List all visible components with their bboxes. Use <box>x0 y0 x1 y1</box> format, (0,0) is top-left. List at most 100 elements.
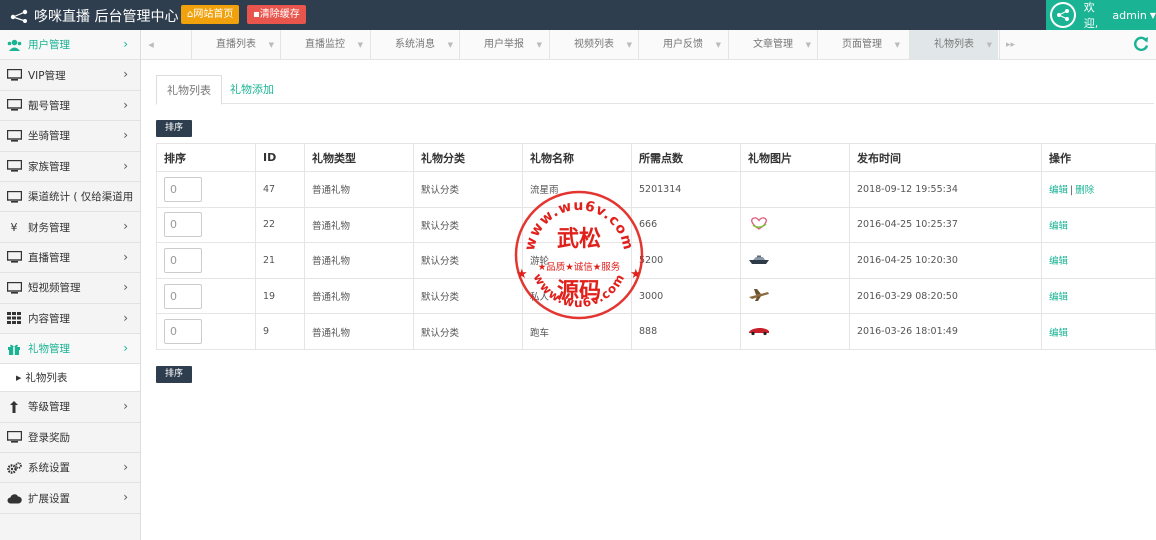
sidebar-item-level[interactable]: 等级管理 › <box>0 392 140 423</box>
sidebar-item-family[interactable]: 家族管理 › <box>0 152 140 182</box>
tab-gift-list[interactable]: 礼物列表 ▼ <box>909 30 998 60</box>
table-row: 22 普通礼物 默认分类 666 2016-04-25 10:25:37 编辑 <box>156 206 1156 244</box>
subtab-gift-add[interactable]: 礼物添加 <box>220 75 284 104</box>
sidebar-item-vip[interactable]: VIP管理 › <box>0 60 140 91</box>
plane-gift-image <box>749 288 769 301</box>
tab-system-message[interactable]: 系统消息 ▼ <box>370 30 459 60</box>
order-input[interactable] <box>164 212 202 238</box>
col-header-time: 发布时间 <box>849 143 1042 172</box>
top-header: 哆咪直播 后台管理中心 ⌂网站首页 ▪清除缓存 欢迎, admin ▼ <box>0 0 1156 30</box>
cell-time: 2018-09-12 19:55:34 <box>849 171 1042 208</box>
sidebar-subitem-gift-list[interactable]: ▶ 礼物列表 <box>0 364 140 393</box>
sidebar-item-pretty-number[interactable]: 靓号管理 › <box>0 91 140 122</box>
cell-action: 编辑 <box>1041 242 1156 279</box>
gift-icon <box>6 343 22 355</box>
close-icon[interactable]: ▼ <box>716 30 721 60</box>
tab-video-list[interactable]: 视频列表 ▼ <box>549 30 638 60</box>
tab-strip: ◂ 直播列表 ▼ 直播监控 ▼ 系统消息 ▼ 用户举报 ▼ 视频列表 ▼ 用户反馈 ▼ 文章… <box>141 30 1156 60</box>
refresh-icon[interactable] <box>1132 35 1150 53</box>
sidebar-item-extend-settings[interactable]: 扩展设置 › <box>0 483 140 514</box>
tab-article-manage[interactable]: 文章管理 ▼ <box>728 30 817 60</box>
cell-points: 666 <box>631 206 741 244</box>
cell-time: 2016-04-25 10:25:37 <box>849 206 1042 244</box>
cell-id: 47 <box>255 171 305 208</box>
users-icon <box>6 39 22 51</box>
sidebar-item-short-video[interactable]: 短视频管理 › <box>0 273 140 304</box>
close-icon[interactable]: ▼ <box>448 30 453 60</box>
edit-link[interactable]: 编辑 <box>1049 185 1068 196</box>
order-input[interactable] <box>164 319 202 345</box>
close-icon[interactable]: ▼ <box>627 30 632 60</box>
sidebar-item-channel-stats[interactable]: 渠道统计 ( 仅给渠道用 <box>0 182 140 213</box>
close-icon[interactable]: ▼ <box>358 30 363 60</box>
sort-button[interactable]: 排序 <box>156 120 193 137</box>
grid-icon <box>6 312 22 325</box>
sidebar-item-label: 靓号管理 <box>28 99 70 112</box>
col-header-order: 排序 <box>156 143 256 172</box>
cell-category: 默认分类 <box>413 206 523 244</box>
tab-page-manage[interactable]: 页面管理 ▼ <box>817 30 906 60</box>
edit-link[interactable]: 编辑 <box>1049 256 1068 267</box>
cell-id: 9 <box>255 313 305 350</box>
tab-scroll-left-icon[interactable]: ◂ <box>141 30 161 60</box>
sportscar-gift-image <box>749 328 769 336</box>
heart-gift-image <box>751 217 767 231</box>
order-input[interactable] <box>164 176 202 202</box>
sidebar-item-label: 等级管理 <box>28 401 70 414</box>
sidebar-item-finance[interactable]: ¥ 财务管理 › <box>0 212 140 243</box>
gift-table: 排序 ID 礼物类型 礼物分类 礼物名称 所需点数 礼物图片 发布时间 操作 4… <box>156 143 1156 350</box>
cell-points: 3000 <box>631 277 741 315</box>
close-icon[interactable]: ▼ <box>537 30 542 60</box>
chevron-right-icon: › <box>123 37 128 51</box>
sidebar-item-login-reward[interactable]: 登录奖励 <box>0 423 140 454</box>
tab-user-feedback[interactable]: 用户反馈 ▼ <box>638 30 727 60</box>
close-icon[interactable]: ▼ <box>987 30 992 60</box>
monitor-icon <box>6 69 22 81</box>
tab-live-list[interactable]: 直播列表 ▼ <box>191 30 280 60</box>
sidebar-subitem-label: 礼物列表 <box>25 372 68 385</box>
sidebar-item-label: 用户管理 <box>28 39 70 52</box>
col-header-image: 礼物图片 <box>740 143 850 172</box>
sort-button-bottom[interactable]: 排序 <box>156 366 193 383</box>
clear-cache-button[interactable]: ▪清除缓存 <box>247 5 306 24</box>
sidebar-item-users[interactable]: 用户管理 › <box>0 30 140 61</box>
close-icon[interactable]: ▼ <box>895 30 900 60</box>
cell-image <box>740 277 850 315</box>
chevron-right-icon: › <box>123 340 128 355</box>
cell-image <box>740 242 850 279</box>
share-nodes-icon <box>1056 9 1069 21</box>
sidebar-item-gifts[interactable]: 礼物管理 › <box>0 333 140 365</box>
chevron-right-icon: › <box>123 249 128 264</box>
app-title: 哆咪直播 后台管理中心 <box>34 9 179 25</box>
tab-live-monitor[interactable]: 直播监控 ▼ <box>280 30 369 60</box>
close-icon[interactable]: ▼ <box>269 30 274 60</box>
delete-link[interactable]: 删除 <box>1075 185 1094 196</box>
order-input[interactable] <box>164 283 202 309</box>
website-home-button[interactable]: ⌂网站首页 <box>181 5 240 24</box>
sidebar-item-mount[interactable]: 坐骑管理 › <box>0 121 140 152</box>
tab-user-report[interactable]: 用户举报 ▼ <box>459 30 548 60</box>
cell-action: 编辑 <box>1041 206 1156 244</box>
cell-category: 默认分类 <box>413 171 523 208</box>
cell-action: 编辑 | 删除 <box>1041 171 1156 208</box>
tab-scroll-right-icon[interactable]: ▸▸ <box>999 30 1021 60</box>
cell-name: 流星雨 <box>522 171 632 208</box>
edit-link[interactable]: 编辑 <box>1049 328 1068 339</box>
cell-category: 默认分类 <box>413 277 523 315</box>
caret-down-icon: ▼ <box>1149 10 1156 20</box>
close-icon[interactable]: ▼ <box>806 30 811 60</box>
edit-link[interactable]: 编辑 <box>1049 292 1068 303</box>
cell-type: 普通礼物 <box>304 242 414 279</box>
sidebar-item-system-settings[interactable]: 系统设置 › <box>0 453 140 484</box>
caret-right-icon: ▶ <box>16 373 22 382</box>
user-menu[interactable]: 欢迎, admin ▼ <box>1046 0 1156 30</box>
sidebar-item-live[interactable]: 直播管理 › <box>0 243 140 274</box>
sidebar-item-label: 财务管理 <box>28 221 70 234</box>
edit-link[interactable]: 编辑 <box>1049 221 1068 232</box>
chevron-right-icon: › <box>123 67 128 82</box>
monitor-icon <box>6 160 22 172</box>
order-input[interactable] <box>164 247 202 273</box>
cell-name: 游轮 <box>522 242 632 279</box>
sidebar-item-content[interactable]: 内容管理 › <box>0 304 140 334</box>
subtab-gift-list[interactable]: 礼物列表 <box>156 75 222 105</box>
